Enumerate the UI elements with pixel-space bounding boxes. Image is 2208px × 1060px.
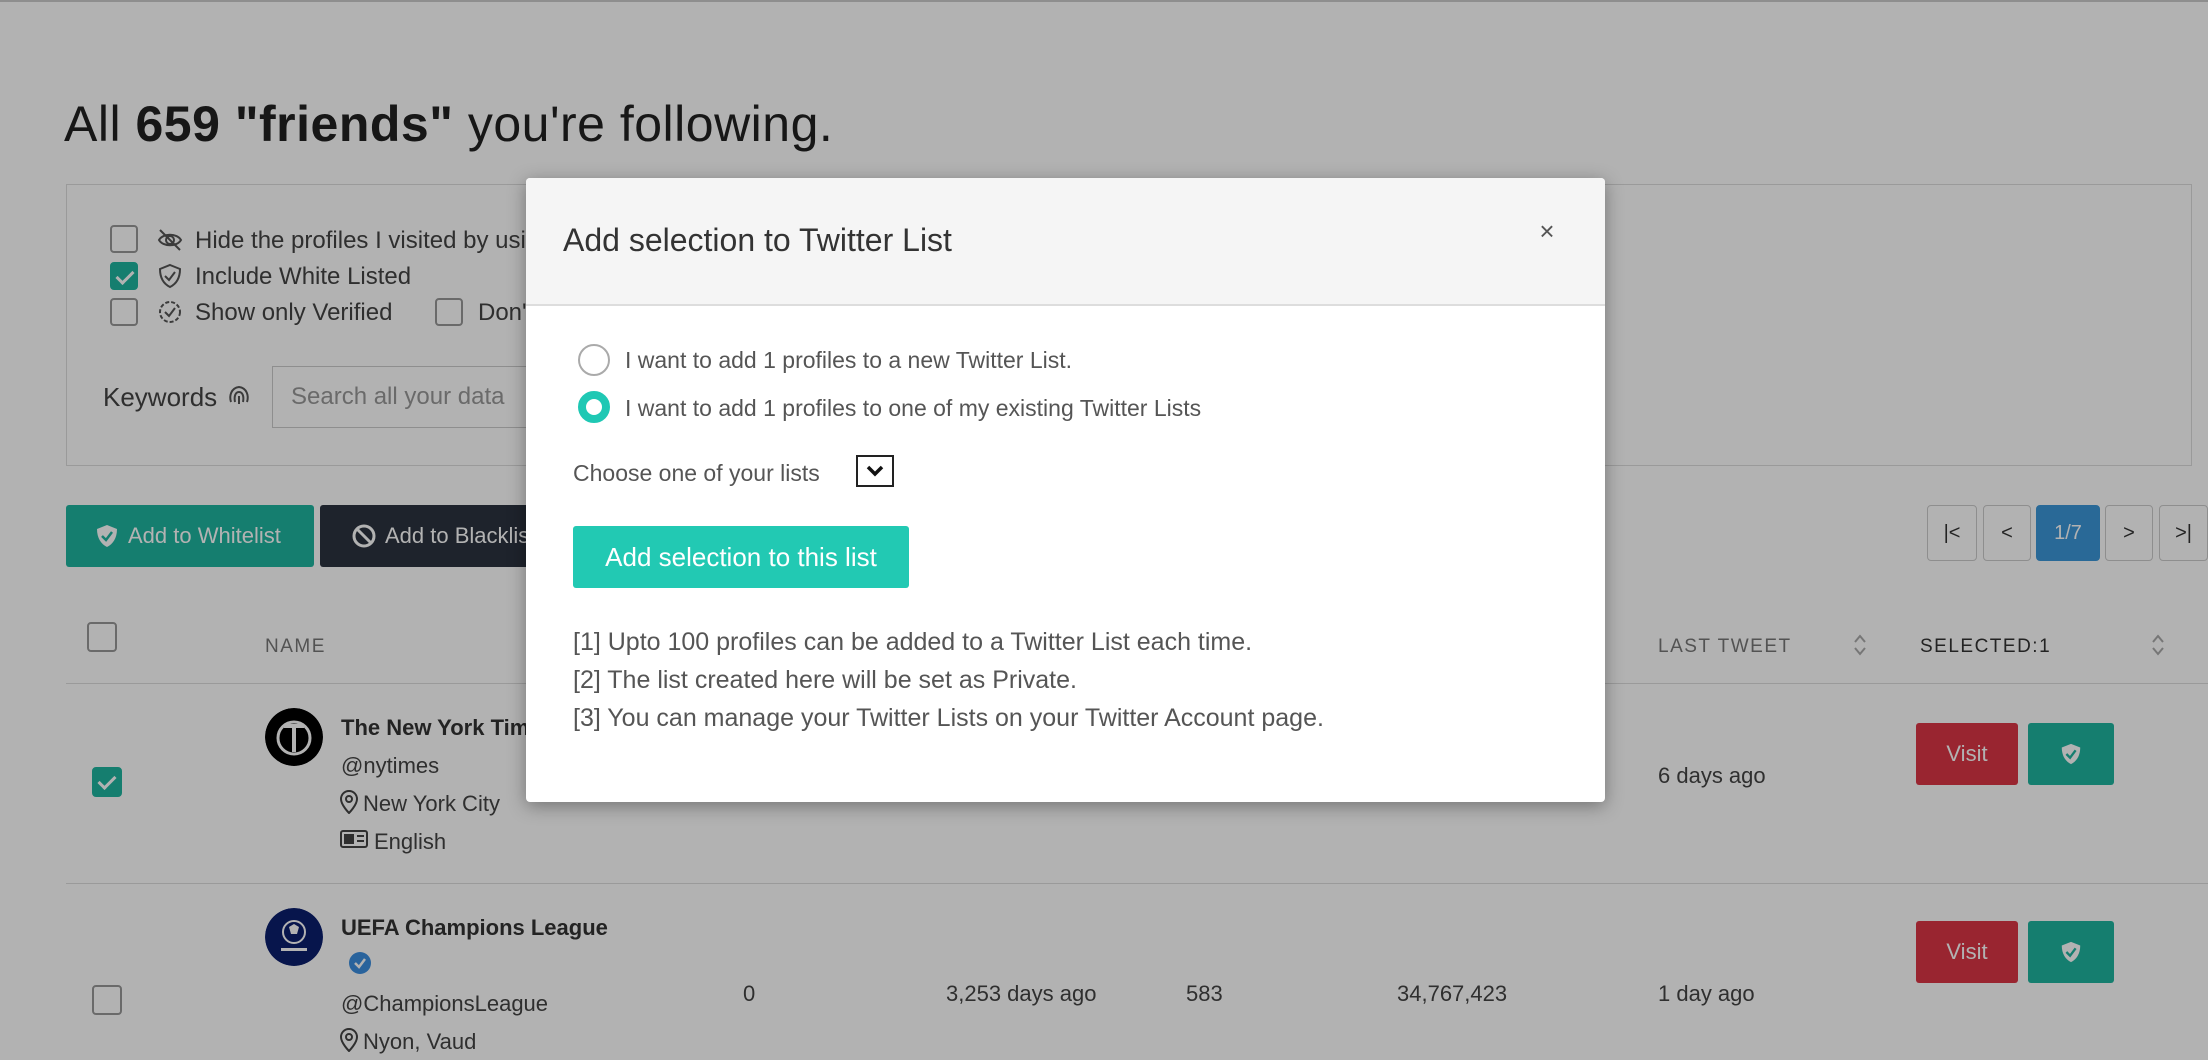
modal-note: [2] The list created here will be set as… — [573, 666, 1077, 694]
add-selection-button[interactable]: Add selection to this list — [573, 526, 909, 588]
add-to-list-modal: Add selection to Twitter List × I want t… — [526, 178, 1605, 802]
choose-list-label: Choose one of your lists — [573, 460, 820, 486]
modal-note: [1] Upto 100 profiles can be added to a … — [573, 628, 1253, 656]
modal-title: Add selection to Twitter List — [563, 222, 952, 258]
existing-list-radio[interactable] — [578, 391, 610, 423]
existing-list-label[interactable]: I want to add 1 profiles to one of my ex… — [625, 395, 1201, 422]
close-icon[interactable]: × — [1532, 216, 1562, 246]
list-select[interactable] — [856, 455, 894, 487]
new-list-radio[interactable] — [578, 344, 610, 376]
chevron-down-icon — [866, 465, 884, 477]
modal-note: [3] You can manage your Twitter Lists on… — [573, 704, 1324, 732]
new-list-label[interactable]: I want to add 1 profiles to a new Twitte… — [625, 347, 1072, 374]
modal-header: Add selection to Twitter List × — [526, 178, 1605, 306]
